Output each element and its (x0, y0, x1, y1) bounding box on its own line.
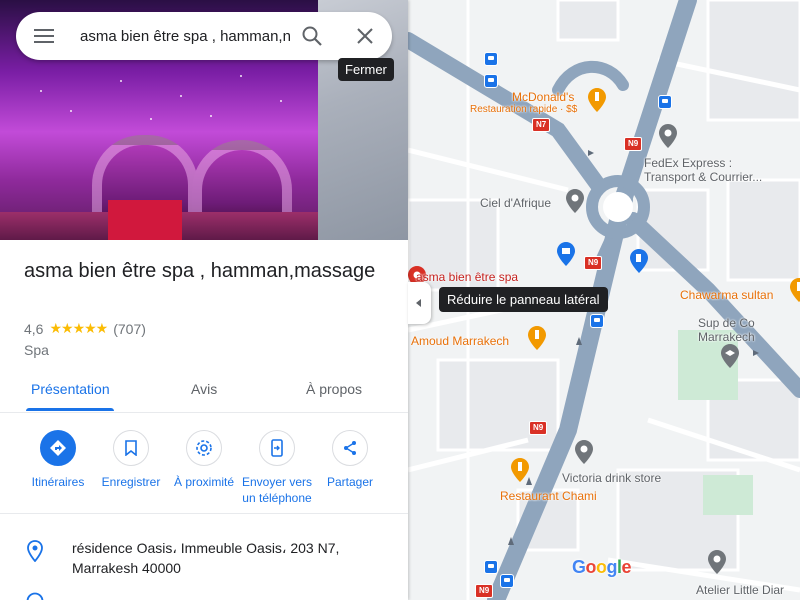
share-button[interactable]: Partager (314, 430, 386, 490)
search-box (16, 12, 392, 60)
map-label-victoria[interactable]: Victoria drink store (562, 471, 661, 485)
review-count[interactable]: (707) (113, 321, 146, 337)
place-tabs: Présentation Avis À propos (0, 370, 408, 413)
nearby-icon (186, 430, 222, 466)
photo-star (150, 118, 152, 120)
tab-about[interactable]: À propos (306, 381, 362, 397)
rating-value: 4,6 (24, 320, 44, 337)
shopping-pin-icon[interactable] (557, 242, 575, 266)
save-button[interactable]: Enregistrer (95, 430, 167, 490)
collapse-panel-tooltip: Réduire le panneau latéral (439, 287, 608, 312)
bus-stop-icon[interactable] (484, 52, 498, 66)
gas-station-pin-icon[interactable] (630, 249, 648, 273)
address-line-2: Marrakesh 40000 (72, 560, 181, 576)
map-label-supdeco-line2: Marrakech (698, 330, 755, 344)
directions-button[interactable]: Itinéraires (22, 430, 94, 490)
place-pin-icon[interactable] (566, 189, 584, 213)
place-category[interactable]: Spa (24, 342, 49, 358)
send-to-phone-button[interactable]: Envoyer vers un téléphone (241, 430, 313, 506)
directions-label: Itinéraires (31, 475, 85, 489)
photo-star (210, 115, 212, 117)
photo-star (180, 95, 182, 97)
route-shield-n9: N9 (529, 421, 548, 435)
side-panel: Fermer asma bien être spa , hamman,massa… (0, 0, 408, 600)
school-pin-icon[interactable] (721, 344, 739, 368)
send-to-phone-icon (259, 430, 295, 466)
close-icon[interactable] (353, 24, 377, 48)
map-label-mcdonalds[interactable]: McDonald's (512, 90, 574, 104)
photo-glow (108, 200, 182, 240)
divider (0, 513, 408, 514)
location-pin-icon (27, 540, 43, 562)
map-label-supdeco[interactable]: Sup de Co (698, 316, 755, 330)
directions-icon (40, 430, 76, 466)
map-label-amoud[interactable]: Amoud Marrakech (411, 334, 509, 348)
map-label-fedex-line2: Transport & Courrier... (644, 170, 763, 184)
map-label-chawarma[interactable]: Chawarma sultan (680, 288, 773, 302)
photo-star (70, 110, 72, 112)
restaurant-pin-icon[interactable] (588, 88, 606, 112)
bus-stop-icon[interactable] (590, 314, 604, 328)
nearby-button[interactable]: À proximité (168, 430, 240, 490)
bookmark-icon (113, 430, 149, 466)
share-label: Partager (326, 475, 374, 489)
place-pin-icon[interactable] (575, 440, 593, 464)
bus-stop-icon[interactable] (484, 560, 498, 574)
restaurant-pin-icon[interactable] (790, 278, 800, 302)
route-shield-n9: N9 (624, 137, 643, 151)
restaurant-pin-icon[interactable] (528, 326, 546, 350)
place-title: asma bien être spa , hamman,massage (24, 260, 376, 282)
tab-indicator (26, 408, 114, 411)
website-icon (26, 592, 44, 600)
address-line-1: résidence Oasis، Immeuble Oasis، 203 N7, (72, 540, 340, 556)
map-label-asma-spa[interactable]: asma bien être spa (416, 270, 518, 284)
search-input[interactable] (80, 24, 290, 48)
rating-row: 4,6 ★★★★★ (707) (24, 320, 146, 337)
map-label-mcdonalds-category: Restauration rapide · $$ (470, 104, 578, 115)
send-to-phone-label: Envoyer vers un téléphone (241, 475, 313, 505)
star-rating-icon: ★★★★★ (49, 320, 108, 336)
place-pin-icon[interactable] (659, 124, 677, 148)
collapse-panel-button[interactable] (408, 282, 431, 324)
route-shield-n7: N7 (532, 118, 551, 132)
route-shield-n9: N9 (584, 256, 603, 270)
restaurant-pin-icon[interactable] (511, 458, 529, 482)
google-logo: Google (572, 557, 632, 577)
address[interactable]: résidence Oasis، Immeuble Oasis، 203 N7,… (72, 538, 372, 578)
photo-star (40, 90, 42, 92)
nearby-label: À proximité (173, 475, 235, 489)
bus-stop-icon[interactable] (500, 574, 514, 588)
share-icon (332, 430, 368, 466)
place-pin-icon[interactable] (708, 550, 726, 574)
photo-star (120, 80, 122, 82)
tab-presentation[interactable]: Présentation (31, 381, 110, 397)
map-label-fedex[interactable]: FedEx Express : (644, 156, 732, 170)
route-shield-n9: N9 (475, 584, 494, 598)
photo-star (280, 100, 282, 102)
save-label: Enregistrer (101, 475, 161, 489)
map-label-atelier[interactable]: Atelier Little Diar (696, 583, 784, 597)
photo-star (240, 75, 242, 77)
search-icon[interactable] (300, 24, 324, 48)
bus-stop-icon[interactable] (658, 95, 672, 109)
tab-reviews[interactable]: Avis (191, 381, 217, 397)
map-label-ciel-dafrique[interactable]: Ciel d'Afrique (480, 196, 551, 210)
menu-icon[interactable] (34, 27, 54, 45)
map-label-chami[interactable]: Restaurant Chami (500, 489, 597, 503)
close-tooltip: Fermer (338, 58, 394, 81)
bus-stop-icon[interactable] (484, 74, 498, 88)
